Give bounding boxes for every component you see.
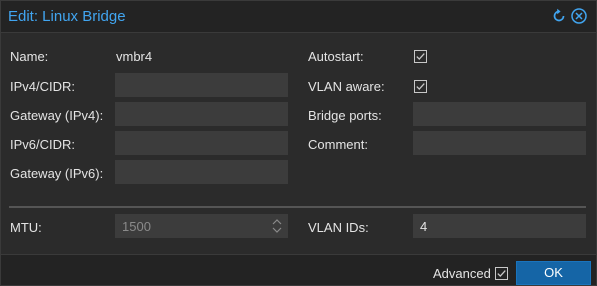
dialog-header: Edit: Linux Bridge: [1, 1, 596, 33]
close-icon[interactable]: [570, 7, 588, 25]
advanced-checkbox[interactable]: [495, 267, 508, 280]
bridge-ports-input[interactable]: [413, 102, 586, 126]
gateway-ipv6-input[interactable]: [115, 160, 288, 184]
mtu-label: MTU:: [10, 220, 42, 235]
ipv4-label: IPv4/CIDR:: [10, 79, 76, 94]
dialog-body: Name: vmbr4 IPv4/CIDR: Gateway (IPv4): I…: [1, 33, 596, 253]
advanced-divider: [9, 206, 586, 208]
ok-button[interactable]: OK: [516, 261, 591, 285]
ipv6-label: IPv6/CIDR:: [10, 137, 76, 152]
comment-label: Comment:: [308, 137, 368, 152]
vlan-aware-checkbox[interactable]: [414, 80, 427, 93]
dialog-title: Edit: Linux Bridge: [8, 8, 126, 25]
vlan-aware-label: VLAN aware:: [308, 79, 385, 94]
dialog-footer: Advanced OK: [1, 254, 596, 285]
edit-linux-bridge-dialog: Edit: Linux Bridge Name: vmbr4 IPv4/CIDR…: [0, 0, 597, 286]
vlan-ids-input[interactable]: [413, 214, 586, 238]
comment-input[interactable]: [413, 131, 586, 155]
autostart-checkbox[interactable]: [414, 50, 427, 63]
spinner-icon[interactable]: [271, 217, 283, 235]
mtu-input[interactable]: [115, 214, 288, 238]
name-value: vmbr4: [116, 49, 153, 64]
name-label: Name:: [10, 49, 49, 64]
gateway-ipv4-input[interactable]: [115, 102, 288, 126]
bridge-ports-label: Bridge ports:: [308, 108, 382, 123]
ipv4-input[interactable]: [115, 73, 288, 97]
ipv6-input[interactable]: [115, 131, 288, 155]
autostart-label: Autostart:: [308, 49, 364, 64]
vlan-ids-label: VLAN IDs:: [308, 220, 369, 235]
gateway-ipv4-label: Gateway (IPv4):: [10, 108, 104, 123]
advanced-label: Advanced: [433, 266, 491, 281]
gateway-ipv6-label: Gateway (IPv6):: [10, 166, 104, 181]
reset-icon[interactable]: [550, 7, 568, 25]
